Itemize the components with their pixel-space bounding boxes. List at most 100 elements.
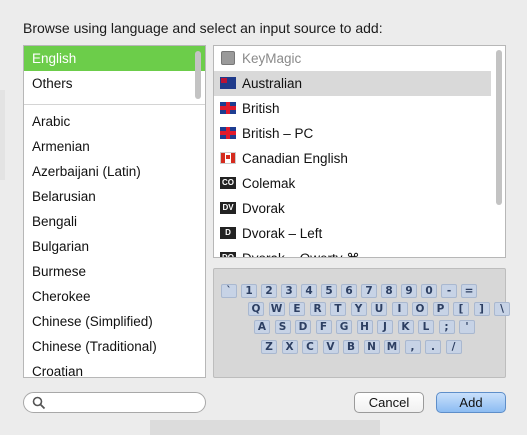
input-source-label: Australian xyxy=(242,76,303,91)
keyboard-key: ` xyxy=(221,284,237,298)
keyboard-key: , xyxy=(404,340,421,354)
language-item[interactable]: Others xyxy=(24,71,205,96)
input-source-item[interactable]: British – PC xyxy=(214,121,491,146)
language-item[interactable]: Burmese xyxy=(24,259,205,284)
keyboard-key: ] xyxy=(473,302,490,316)
keyboard-key: D xyxy=(295,320,311,334)
input-source-item[interactable]: D Dvorak – Left xyxy=(214,221,491,246)
language-item[interactable]: Croatian xyxy=(24,359,205,377)
keyboard-key: H xyxy=(356,320,373,334)
language-item[interactable]: English xyxy=(24,46,205,71)
search-input[interactable] xyxy=(48,395,202,412)
input-source-label: Dvorak – Left xyxy=(242,226,323,241)
language-item[interactable]: Bengali xyxy=(24,209,205,234)
search-field[interactable] xyxy=(23,392,206,413)
language-item[interactable]: Cherokee xyxy=(24,284,205,309)
keyboard-key: O xyxy=(412,302,428,316)
keyboard-key: U xyxy=(371,302,387,316)
keyboard-key: [ xyxy=(453,302,469,316)
keyboard-key: 1 xyxy=(241,284,257,298)
cancel-button[interactable]: Cancel xyxy=(354,392,424,413)
keyboard-key: A xyxy=(254,320,270,334)
background-window-edge xyxy=(150,420,380,435)
keyboard-key: ' xyxy=(459,320,475,334)
keyboard-key: 4 xyxy=(301,284,317,298)
input-source-list-scrollbar[interactable] xyxy=(496,50,502,205)
language-list-scrollbar[interactable] xyxy=(195,51,201,99)
dvorak-icon: DV xyxy=(220,202,236,214)
keyboard-preview: ` 1 2 3 4 5 6 7 8 9 0- = Q W E R T Y U I O P [] \ A S D F G H J K L; ' Z X C… xyxy=(213,268,510,378)
keyboard-key: M xyxy=(384,340,400,354)
input-source-item[interactable]: DQ Dvorak – Qwerty ⌘ xyxy=(214,246,491,257)
keyboard-key: W xyxy=(268,302,285,316)
dvorak-qwerty-icon: DQ xyxy=(220,252,236,257)
keyboard-key: V xyxy=(322,340,339,354)
background-window-edge xyxy=(0,90,5,180)
list-divider xyxy=(24,104,205,105)
language-item[interactable]: Chinese (Traditional) xyxy=(24,334,205,359)
input-source-label: Dvorak – Qwerty ⌘ xyxy=(242,251,360,257)
keyboard-key: . xyxy=(425,340,441,354)
language-item[interactable]: Chinese (Simplified) xyxy=(24,309,205,334)
keyboard-key: 2 xyxy=(261,284,277,298)
canada-flag-icon xyxy=(220,152,236,164)
keyboard-key: \ xyxy=(494,302,510,316)
keyboard-key: I xyxy=(391,302,408,316)
input-source-item[interactable]: CO Colemak xyxy=(214,171,491,196)
input-source-item[interactable]: DV Dvorak xyxy=(214,196,491,221)
keyboard-key: Z xyxy=(261,340,277,354)
keyboard-key: P xyxy=(432,302,449,316)
keyboard-key: T xyxy=(330,302,346,316)
keyboard-key: L xyxy=(418,320,434,334)
keyboard-key: G xyxy=(336,320,352,334)
language-item[interactable]: Azerbaijani (Latin) xyxy=(24,159,205,184)
language-list[interactable]: English Others Arabic Armenian Azerbaijani (… xyxy=(23,45,206,378)
input-source-item[interactable]: British xyxy=(214,96,491,121)
input-source-label: British – PC xyxy=(242,126,314,141)
keyboard-key: 7 xyxy=(361,284,377,298)
keyboard-key: S xyxy=(274,320,291,334)
input-source-item[interactable]: Australian xyxy=(214,71,491,96)
uk-pc-flag-icon xyxy=(220,127,236,139)
keyboard-key: - xyxy=(441,284,457,298)
keyboard-key: C xyxy=(302,340,318,354)
keyboard-key: 6 xyxy=(341,284,357,298)
keyboard-key: / xyxy=(445,340,462,354)
language-item[interactable]: Belarusian xyxy=(24,184,205,209)
input-source-label: Dvorak xyxy=(242,201,285,216)
keyboard-key: 8 xyxy=(381,284,397,298)
keyboard-key: 9 xyxy=(401,284,417,298)
input-source-item[interactable]: Canadian English xyxy=(214,146,491,171)
keyboard-key: 0 xyxy=(421,284,437,298)
keyboard-key: ; xyxy=(438,320,455,334)
input-source-list[interactable]: KeyMagic Australian British British – PC Can… xyxy=(213,45,506,258)
keymagic-icon xyxy=(221,51,235,65)
keyboard-key: K xyxy=(397,320,414,334)
keyboard-key: Q xyxy=(248,302,264,316)
dvorak-left-icon: D xyxy=(220,227,236,239)
input-source-dialog: Browse using language and select an inpu… xyxy=(0,0,527,435)
add-button[interactable]: Add xyxy=(436,392,506,413)
input-source-label: Colemak xyxy=(242,176,296,191)
input-source-label: KeyMagic xyxy=(242,51,302,66)
keyboard-key: Y xyxy=(350,302,367,316)
dialog-instructions: Browse using language and select an inpu… xyxy=(23,20,383,36)
keyboard-key: J xyxy=(377,320,393,334)
keyboard-key: F xyxy=(315,320,332,334)
keyboard-key: R xyxy=(309,302,326,316)
keyboard-key: = xyxy=(461,284,477,298)
keyboard-key: X xyxy=(281,340,298,354)
keyboard-key: 3 xyxy=(281,284,297,298)
uk-flag-icon xyxy=(220,102,236,114)
input-source-label: Canadian English xyxy=(242,151,348,166)
input-source-item[interactable]: KeyMagic xyxy=(214,46,491,71)
input-source-label: British xyxy=(242,101,280,116)
colemak-icon: CO xyxy=(220,177,236,189)
australia-flag-icon xyxy=(220,77,236,89)
keyboard-key: B xyxy=(343,340,359,354)
language-item[interactable]: Armenian xyxy=(24,134,205,159)
keyboard-key: N xyxy=(363,340,380,354)
language-item[interactable]: Arabic xyxy=(24,109,205,134)
search-icon xyxy=(32,396,46,410)
language-item[interactable]: Bulgarian xyxy=(24,234,205,259)
